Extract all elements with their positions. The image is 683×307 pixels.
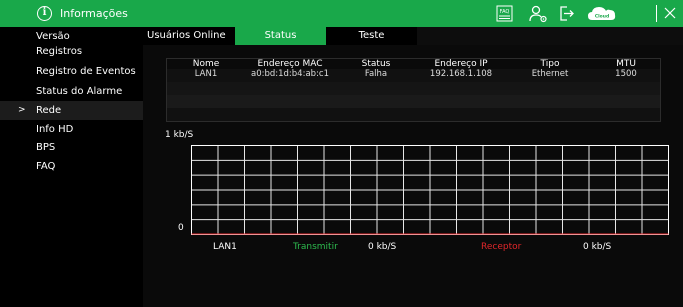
user-settings-icon[interactable] xyxy=(528,4,548,23)
legend-receive-value: 0 kb/S xyxy=(583,242,612,252)
tab-teste[interactable]: Teste xyxy=(326,27,417,45)
faq-icon-label: FAQ xyxy=(500,9,510,15)
table-cell: 1500 xyxy=(615,69,637,79)
table-row-empty xyxy=(167,82,660,95)
table-cell: Ethernet xyxy=(531,69,569,79)
sidebar-item-label: BPS xyxy=(36,142,56,153)
sidebar-item-label: FAQ xyxy=(36,161,56,172)
tab-bar-filler xyxy=(417,27,683,45)
cloud-icon-label: Cloud xyxy=(595,14,609,20)
sidebar: Versão Registros Registro de Eventos Sta… xyxy=(0,27,143,307)
sidebar-item-label: Rede xyxy=(36,105,62,116)
cloud-icon[interactable]: Cloud xyxy=(587,4,617,23)
table-row-empty xyxy=(167,108,660,121)
sidebar-item-label: Registros xyxy=(36,46,83,57)
column-header: Nome xyxy=(192,59,220,69)
sidebar-item-registros[interactable]: Registros xyxy=(0,42,143,61)
tab-status[interactable]: Status xyxy=(235,27,326,45)
legend-receive-label: Receptor xyxy=(481,242,522,252)
table-cell: Falha xyxy=(364,69,388,79)
graph-y-min-label: 0 xyxy=(178,223,184,233)
legend-transmit-label: Transmitir xyxy=(293,242,338,252)
info-icon: i xyxy=(37,6,52,21)
logout-icon[interactable] xyxy=(558,4,576,23)
window-title: Informações xyxy=(60,7,128,20)
active-arrow-icon: > xyxy=(18,105,26,115)
sidebar-item-registro-de-eventos[interactable]: Registro de Eventos xyxy=(0,62,143,81)
titlebar-separator xyxy=(656,5,657,22)
sidebar-item-label: Status do Alarme xyxy=(36,86,123,97)
legend-interface: LAN1 xyxy=(213,242,237,252)
network-status-table: Nome Endereço MAC Status Endereço IP Tip… xyxy=(166,58,661,122)
legend-transmit-value: 0 kb/S xyxy=(368,242,397,252)
close-icon[interactable] xyxy=(663,4,677,23)
title-bar: i Informações FAQ Cloud xyxy=(0,0,683,27)
column-header: MTU xyxy=(616,59,636,69)
table-row-empty xyxy=(167,95,660,108)
table-cell: 192.168.1.108 xyxy=(429,69,493,79)
column-header: Endereço IP xyxy=(434,59,488,69)
sidebar-item-bps[interactable]: BPS xyxy=(0,138,143,157)
column-header: Endereço MAC xyxy=(257,59,323,69)
graph-y-max-label: 1 kb/S xyxy=(165,130,194,140)
faq-icon[interactable]: FAQ xyxy=(496,4,513,23)
table-cell: LAN1 xyxy=(194,69,218,79)
main-panel: Usuários Online Status Teste Nome Endere… xyxy=(143,27,683,307)
table-row[interactable]: LAN1 a0:bd:1d:b4:ab:c1 Falha 192.168.1.1… xyxy=(167,69,660,82)
sidebar-item-label: Registro de Eventos xyxy=(36,66,136,77)
bandwidth-graph xyxy=(191,145,669,235)
column-header: Tipo xyxy=(540,59,560,69)
column-header: Status xyxy=(361,59,391,69)
sidebar-item-label: Info HD xyxy=(36,124,74,135)
tab-usuarios-online[interactable]: Usuários Online xyxy=(143,27,235,45)
table-cell: a0:bd:1d:b4:ab:c1 xyxy=(250,69,330,79)
sidebar-item-status-do-alarme[interactable]: Status do Alarme xyxy=(0,82,143,101)
sidebar-item-faq[interactable]: FAQ xyxy=(0,157,143,176)
table-header: Nome Endereço MAC Status Endereço IP Tip… xyxy=(167,59,660,69)
sidebar-item-label: Versão xyxy=(36,31,70,42)
sidebar-item-rede[interactable]: > Rede xyxy=(0,101,143,120)
sidebar-item-info-hd[interactable]: Info HD xyxy=(0,120,143,139)
